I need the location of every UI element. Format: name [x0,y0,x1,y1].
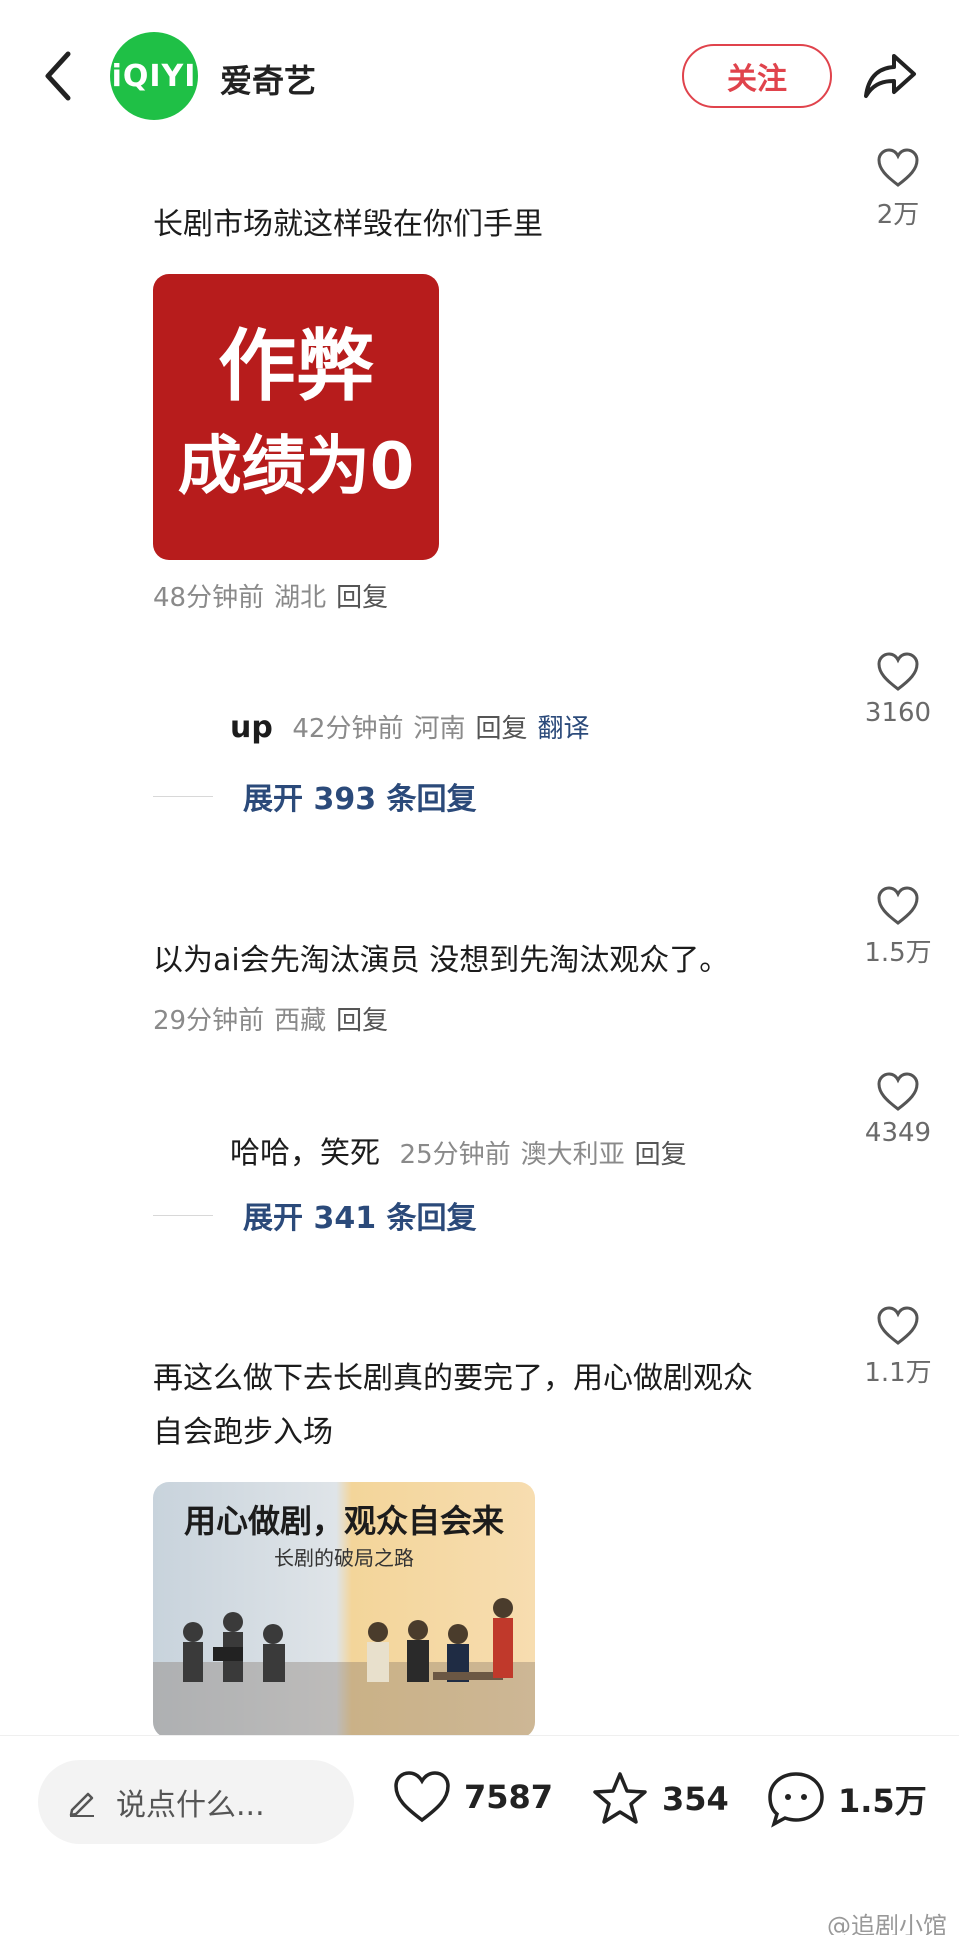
like-count: 4349 [864,1118,932,1148]
comment-action[interactable]: 1.5万 [766,1770,927,1828]
heart-icon [877,652,919,691]
like-button[interactable]: 1.5万 [848,886,948,969]
favorite-action[interactable]: 354 [590,1770,729,1828]
like-count: 1.1万 [864,1358,932,1388]
reply-link[interactable]: 回复 [336,583,388,613]
comment-text: 长剧市场就这样毁在你们手里 [153,207,543,242]
reply-meta: 25分钟前 澳大利亚 回复 [400,1140,697,1170]
pencil-icon [69,1792,94,1817]
comment-text-line: 再这么做下去长剧真的要完了，用心做剧观众 [153,1361,753,1396]
expand-replies-row: 展开 393 条回复 [153,774,477,818]
account-name[interactable]: 爱奇艺 [220,56,316,102]
heart-icon [877,1072,919,1111]
reply-time: 42分钟前 [292,714,404,744]
reply-meta: 42分钟前 河南 回复 翻译 [292,714,599,744]
comment-time: 29分钟前 [153,1006,265,1036]
reply-author[interactable]: 哈哈，笑死 [230,1136,380,1171]
like-button[interactable]: 2万 [848,148,948,231]
like-button[interactable]: 1.1万 [848,1306,948,1389]
avatar[interactable]: iQIYI [110,32,198,120]
favorite-total: 354 [662,1780,729,1818]
like-action[interactable]: 7587 [392,1770,553,1824]
reply-row: up 42分钟前 河南 回复 翻译 [230,708,600,745]
like-total: 7587 [464,1778,554,1816]
share-icon[interactable] [862,50,918,102]
reply-link[interactable]: 回复 [476,714,528,744]
comment-location: 湖北 [274,583,327,613]
reply-link[interactable]: 回复 [635,1140,687,1170]
poster-illustration [153,1598,535,1738]
comment-image[interactable]: 用心做剧，观众自会来 长剧的破局之路 [153,1482,535,1738]
comment-bubble-icon [768,1772,824,1828]
reply-time: 25分钟前 [399,1140,511,1170]
image-text-line: 成绩为0 [177,430,415,504]
back-icon[interactable] [40,48,76,104]
comment-location: 西藏 [274,1006,327,1036]
comment-input-placeholder: 说点什么... [116,1788,265,1823]
comment-input[interactable]: 说点什么... [38,1760,354,1844]
watermark: @追剧小馆 [827,1912,947,1935]
comment-time: 48分钟前 [153,583,265,613]
reply-row: 哈哈，笑死 25分钟前 澳大利亚 回复 [230,1128,697,1172]
reply-location: 河南 [413,714,466,744]
divider [153,795,213,797]
like-count: 2万 [876,200,920,230]
comment-text: 再这么做下去长剧真的要完了，用心做剧观众 自会跑步入场 [153,1352,753,1460]
expand-replies-row: 展开 341 条回复 [153,1193,477,1237]
divider [153,1214,213,1216]
like-count: 3160 [864,698,932,728]
heart-icon [394,1771,450,1823]
like-button[interactable]: 3160 [848,652,948,728]
comment-text: 以为ai会先淘汰演员 没想到先淘汰观众了。 [153,943,730,978]
bottom-action-bar: 说点什么... 7587 354 1.5万 @追剧小馆 [0,1735,959,1935]
reply-location: 澳大利亚 [520,1140,625,1170]
follow-button[interactable]: 关注 [682,44,832,108]
star-icon [593,1772,647,1824]
comment-meta: 48分钟前 湖北 回复 [153,577,398,614]
comment-meta: 29分钟前 西藏 回复 [153,1000,398,1037]
heart-icon [877,148,919,187]
comment-image[interactable]: 作弊 成绩为0 [153,274,439,560]
heart-icon [877,886,919,925]
expand-replies-button[interactable]: 展开 341 条回复 [243,1193,477,1237]
image-text-line: 作弊 [217,322,374,412]
like-count: 1.5万 [864,938,932,968]
top-bar: iQIYI 爱奇艺 关注 [0,0,959,150]
reply-link[interactable]: 回复 [336,1006,388,1036]
comment-total: 1.5万 [838,1782,927,1820]
expand-replies-button[interactable]: 展开 393 条回复 [243,774,477,818]
reply-author[interactable]: up [230,710,273,745]
like-button[interactable]: 4349 [848,1072,948,1148]
heart-icon [877,1306,919,1345]
translate-link[interactable]: 翻译 [538,714,590,744]
comment-text-line: 自会跑步入场 [153,1415,333,1450]
